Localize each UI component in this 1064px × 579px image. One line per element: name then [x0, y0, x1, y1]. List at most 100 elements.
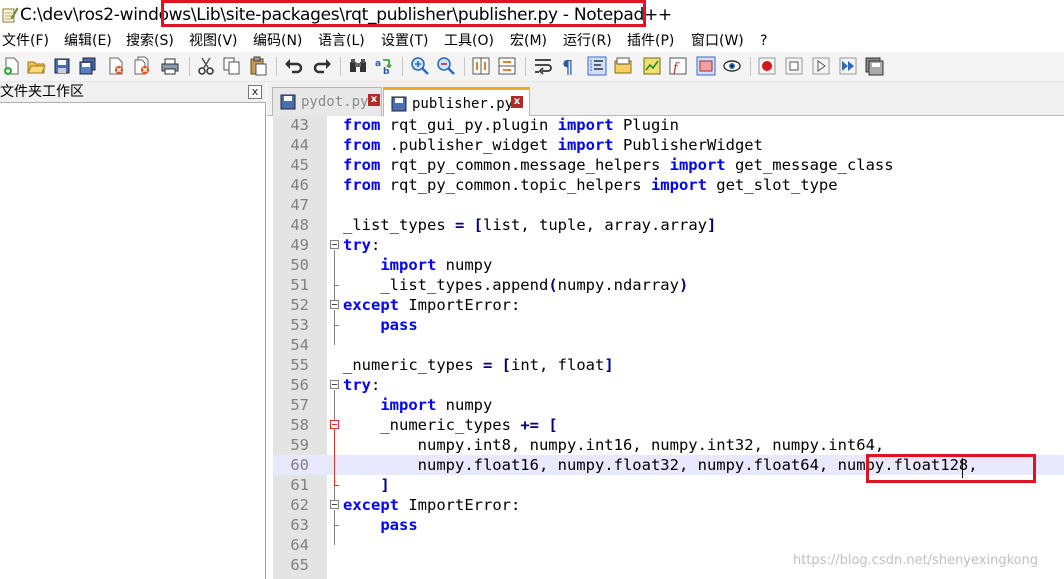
- menu-macro[interactable]: 宏(M): [510, 32, 547, 50]
- paste-icon[interactable]: [248, 56, 268, 76]
- run-macro-multiple-icon[interactable]: [838, 56, 858, 76]
- code-line[interactable]: 46 from rqt_py_common.topic_helpers impor…: [273, 175, 1064, 195]
- close-icon[interactable]: [106, 56, 126, 76]
- code-line[interactable]: 53 pass: [273, 315, 1064, 335]
- folder-workspace-icon[interactable]: [696, 56, 716, 76]
- code-line[interactable]: 64: [273, 535, 1064, 555]
- open-file-icon[interactable]: [26, 56, 46, 76]
- panel-close-button[interactable]: x: [248, 85, 262, 99]
- copy-icon[interactable]: [222, 56, 242, 76]
- code-text: _numeric_types = [int, float]: [343, 356, 614, 374]
- menu-language[interactable]: 语言(L): [318, 32, 365, 50]
- code-line[interactable]: 50 import numpy: [273, 255, 1064, 275]
- code-line[interactable]: 48 _list_types = [list, tuple, array.arra…: [273, 215, 1064, 235]
- fold-guide-line: [334, 250, 335, 305]
- menu-settings[interactable]: 设置(T): [381, 32, 428, 50]
- lang-udl-icon[interactable]: [613, 56, 633, 76]
- code-line[interactable]: 52 except ImportError:: [273, 295, 1064, 315]
- code-line[interactable]: 59 numpy.int8, numpy.int16, numpy.int32,…: [273, 435, 1064, 455]
- menu-file[interactable]: 文件(F): [2, 32, 49, 50]
- code-text: from rqt_py_common.topic_helpers import …: [343, 176, 838, 194]
- code-text: pass: [380, 316, 418, 334]
- menu-help[interactable]: ?: [760, 32, 767, 50]
- code-text: try:: [343, 376, 381, 394]
- menu-run[interactable]: 运行(R): [563, 32, 612, 50]
- new-file-icon[interactable]: [2, 56, 22, 76]
- fold-end-mark: [334, 525, 339, 526]
- line-number: 47: [290, 196, 309, 214]
- line-number: 64: [290, 536, 309, 554]
- code-line[interactable]: 55 _numeric_types = [int, float]: [273, 355, 1064, 375]
- menu-window[interactable]: 窗口(W): [691, 32, 744, 50]
- code-line[interactable]: 47: [273, 195, 1064, 215]
- code-line[interactable]: 62 except ImportError:: [273, 495, 1064, 515]
- line-number: 45: [290, 156, 309, 174]
- menu-plugins[interactable]: 插件(P): [627, 32, 674, 50]
- fold-end-mark: [334, 325, 339, 326]
- svg-text:¶: ¶: [562, 57, 573, 76]
- toolbar-separator: [340, 57, 341, 76]
- stop-macro-icon[interactable]: [784, 56, 804, 76]
- sync-vertical-icon[interactable]: [471, 56, 491, 76]
- code-line[interactable]: 49 try:: [273, 235, 1064, 255]
- fold-guide-line: [334, 310, 335, 345]
- text-caret: [962, 458, 963, 478]
- fold-toggle-icon[interactable]: [330, 380, 339, 389]
- fold-toggle-icon[interactable]: [330, 240, 339, 249]
- indent-guide-icon[interactable]: [587, 56, 607, 76]
- toolbar-separator: [189, 57, 190, 76]
- play-macro-icon[interactable]: [811, 56, 831, 76]
- tab-strip: pydot.py x publisher.py x: [267, 82, 1064, 117]
- monitor-icon[interactable]: [722, 56, 742, 76]
- cut-icon[interactable]: [196, 56, 216, 76]
- code-line[interactable]: 63 pass: [273, 515, 1064, 535]
- save-macro-icon[interactable]: [864, 56, 884, 76]
- sync-horizontal-icon[interactable]: [497, 56, 517, 76]
- show-all-chars-icon[interactable]: ¶: [559, 56, 579, 76]
- menu-edit[interactable]: 编辑(E): [64, 32, 112, 50]
- code-line[interactable]: 57 import numpy: [273, 395, 1064, 415]
- code-line[interactable]: 56 try:: [273, 375, 1064, 395]
- fold-toggle-icon[interactable]: [330, 420, 339, 429]
- fold-end-mark: [334, 485, 339, 486]
- undo-icon[interactable]: [284, 56, 304, 76]
- tab-close-icon[interactable]: x: [511, 96, 523, 108]
- menu-view[interactable]: 视图(V): [189, 32, 238, 50]
- code-text: from rqt_gui_py.plugin import Plugin: [343, 116, 679, 134]
- redo-icon[interactable]: [312, 56, 332, 76]
- word-wrap-icon[interactable]: [533, 56, 553, 76]
- fold-toggle-icon[interactable]: [330, 300, 339, 309]
- svg-text:a: a: [375, 59, 381, 69]
- menu-encoding[interactable]: 编码(N): [253, 32, 302, 50]
- save-icon[interactable]: [52, 56, 72, 76]
- replace-icon[interactable]: ab: [374, 56, 394, 76]
- tab-pydot[interactable]: pydot.py x: [272, 87, 382, 116]
- tab-close-icon[interactable]: x: [368, 94, 380, 106]
- saved-file-icon: [280, 94, 296, 110]
- close-all-icon[interactable]: [132, 56, 152, 76]
- code-line[interactable]: 45 from rqt_py_common.message_helpers imp…: [273, 155, 1064, 175]
- code-line[interactable]: 43 from rqt_gui_py.plugin import Plugin: [273, 115, 1064, 135]
- code-editor[interactable]: 43 from rqt_gui_py.plugin import Plugin 44…: [273, 116, 1064, 579]
- function-list-icon[interactable]: f: [668, 56, 688, 76]
- doc-map-icon[interactable]: [642, 56, 662, 76]
- menu-search[interactable]: 搜索(S): [126, 32, 174, 50]
- find-icon[interactable]: [348, 56, 368, 76]
- code-line[interactable]: 51 _list_types.append(numpy.ndarray): [273, 275, 1064, 295]
- panel-title: 文件夹工作区: [0, 84, 84, 100]
- record-macro-icon[interactable]: [757, 56, 777, 76]
- line-number: 55: [290, 356, 309, 374]
- code-line[interactable]: 54: [273, 335, 1064, 355]
- zoom-in-icon[interactable]: [410, 56, 430, 76]
- folder-workspace-panel: 文件夹工作区 x: [0, 82, 266, 579]
- code-line[interactable]: 44 from .publisher_widget import Publishe…: [273, 135, 1064, 155]
- zoom-out-icon[interactable]: [436, 56, 456, 76]
- tab-publisher[interactable]: publisher.py x: [383, 87, 530, 117]
- fold-toggle-icon[interactable]: [330, 500, 339, 509]
- title-highlight-box: [161, 0, 646, 27]
- menu-tools[interactable]: 工具(O): [444, 32, 494, 50]
- code-line[interactable]: 58 _numeric_types += [: [273, 415, 1064, 435]
- save-all-icon[interactable]: [78, 56, 98, 76]
- toolbar-separator: [750, 57, 751, 76]
- print-icon[interactable]: [160, 56, 180, 76]
